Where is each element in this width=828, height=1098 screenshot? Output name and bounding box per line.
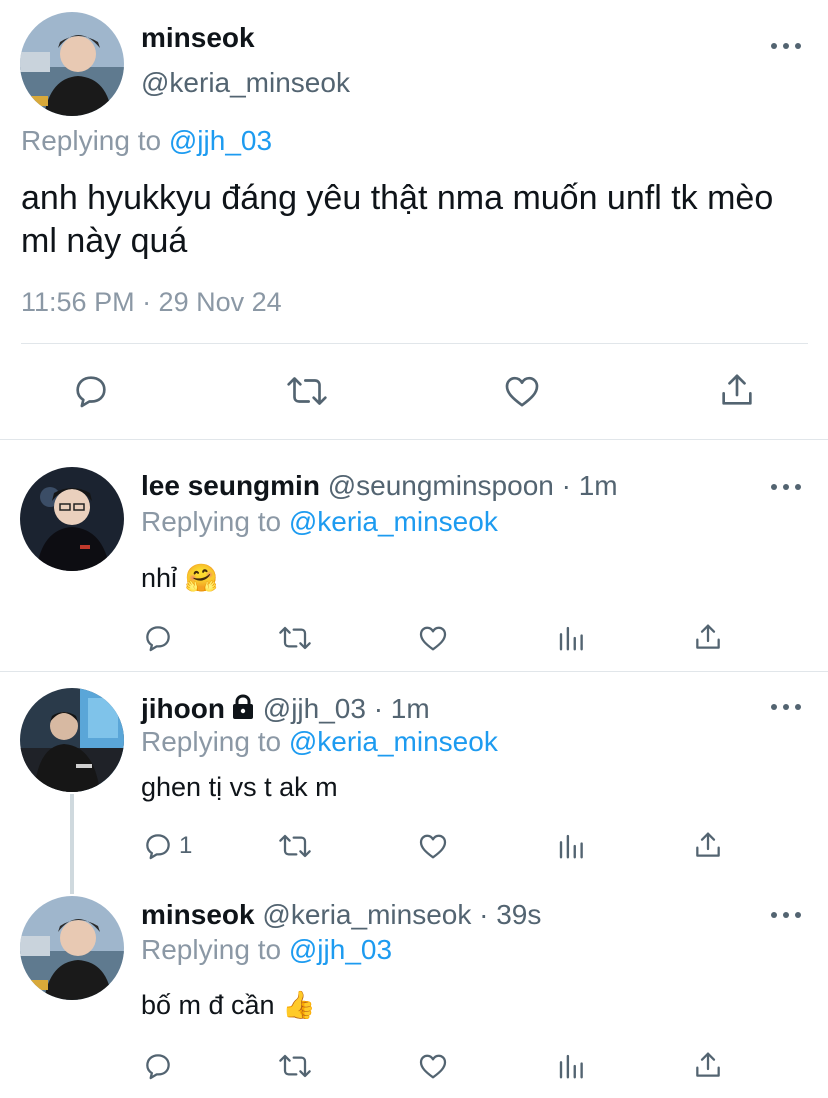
- divider: [21, 343, 808, 344]
- replying-to-label: Replying to: [141, 506, 282, 537]
- reply-text: nhỉ: [141, 563, 178, 593]
- reply-text-line: bố m đ cần 👍: [141, 989, 316, 1021]
- lock-icon: [231, 694, 255, 727]
- reply-author-name[interactable]: lee seungmin: [141, 470, 320, 501]
- reply-text: bố m đ cần: [141, 990, 275, 1020]
- analytics-icon[interactable]: [556, 1050, 586, 1082]
- share-icon[interactable]: [692, 828, 724, 862]
- replying-to-label: Replying to: [141, 726, 282, 757]
- share-icon[interactable]: [692, 620, 724, 654]
- reply-header: minseok @keria_minseok · 39s: [141, 899, 541, 931]
- reply-text-line: ghen tị vs t ak m: [141, 772, 338, 803]
- author-name[interactable]: minseok: [141, 22, 255, 54]
- replying-to-link[interactable]: @keria_minseok: [289, 726, 498, 757]
- more-options-icon[interactable]: [771, 701, 801, 713]
- avatar[interactable]: [20, 467, 124, 571]
- retweet-icon[interactable]: [276, 830, 314, 862]
- divider: [0, 439, 828, 440]
- like-icon[interactable]: [416, 622, 450, 654]
- like-icon[interactable]: [501, 371, 543, 411]
- retweet-icon[interactable]: [276, 1050, 314, 1082]
- share-icon[interactable]: [717, 369, 757, 411]
- thumbs-up-emoji: 👍: [282, 990, 316, 1020]
- tweet-timestamp[interactable]: 11:56 PM · 29 Nov 24: [21, 287, 282, 318]
- hugging-face-emoji: 🤗: [184, 563, 219, 593]
- like-icon[interactable]: [416, 1050, 450, 1082]
- replying-to-label: Replying to: [21, 125, 162, 156]
- replying-to: Replying to @keria_minseok: [141, 506, 498, 538]
- more-options-icon[interactable]: [771, 909, 801, 921]
- reply-text-line: nhỉ 🤗: [141, 562, 218, 594]
- replying-to: Replying to @jjh_03: [141, 934, 392, 966]
- divider: [0, 671, 828, 672]
- reply-handle-time[interactable]: @keria_minseok · 39s: [262, 899, 541, 930]
- reply-author-name[interactable]: minseok: [141, 899, 255, 930]
- reply-icon[interactable]: [141, 622, 175, 654]
- more-options-icon[interactable]: [771, 40, 801, 52]
- more-options-icon[interactable]: [771, 481, 801, 493]
- avatar[interactable]: [20, 896, 124, 1000]
- analytics-icon[interactable]: [556, 830, 586, 862]
- like-icon[interactable]: [416, 830, 450, 862]
- avatar[interactable]: [20, 12, 124, 116]
- reply-handle-time[interactable]: @seungminspoon · 1m: [328, 470, 618, 501]
- analytics-icon[interactable]: [556, 622, 586, 654]
- replying-to-label: Replying to: [141, 934, 282, 965]
- avatar[interactable]: [20, 688, 124, 792]
- reply-button[interactable]: 1: [141, 830, 192, 862]
- reply-icon: [146, 834, 170, 860]
- reply-header: lee seungmin @seungminspoon · 1m: [141, 470, 618, 502]
- replying-to: Replying to @keria_minseok: [141, 726, 498, 758]
- replying-to-link[interactable]: @jjh_03: [169, 125, 272, 156]
- reply-icon[interactable]: [141, 1050, 175, 1082]
- reply-text: ghen tị vs t ak m: [141, 772, 338, 802]
- tweet-text: anh hyukkyu đáng yêu thật nma muốn unfl …: [21, 179, 774, 260]
- replying-to: Replying to @jjh_03: [21, 125, 272, 157]
- share-icon[interactable]: [692, 1048, 724, 1082]
- reply-header: jihoon @jjh_03 · 1m: [141, 693, 430, 727]
- reply-handle-time[interactable]: @jjh_03 · 1m: [263, 693, 430, 724]
- thread-line: [70, 794, 74, 894]
- retweet-icon[interactable]: [276, 622, 314, 654]
- replying-to-link[interactable]: @keria_minseok: [289, 506, 498, 537]
- retweet-icon[interactable]: [285, 371, 329, 411]
- replying-to-link[interactable]: @jjh_03: [289, 934, 392, 965]
- reply-icon[interactable]: [71, 371, 111, 411]
- author-handle[interactable]: @keria_minseok: [141, 67, 350, 99]
- reply-author-name[interactable]: jihoon: [141, 693, 225, 724]
- reply-count: 1: [179, 832, 193, 859]
